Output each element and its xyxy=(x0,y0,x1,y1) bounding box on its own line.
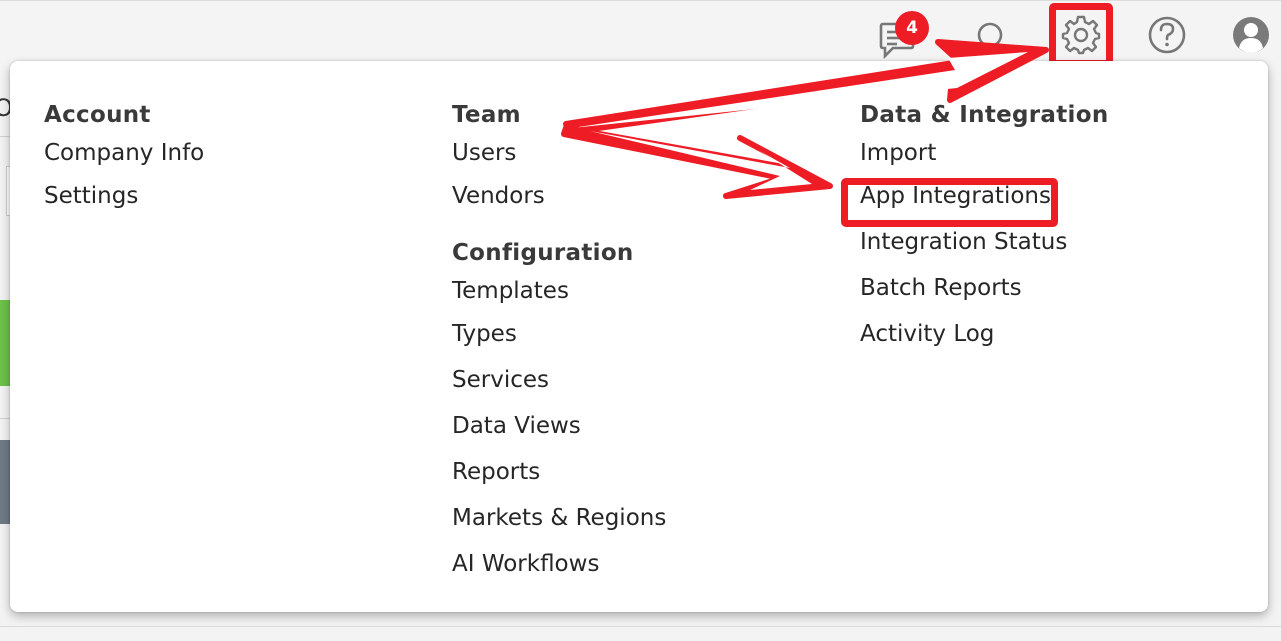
data-integration-section: Data & Integration Import App Integratio… xyxy=(860,97,1109,357)
gear-icon[interactable] xyxy=(1061,15,1101,55)
account-heading: Account xyxy=(44,102,151,128)
team-configuration-section: Team Users Vendors Configuration Templat… xyxy=(452,97,666,587)
menu-item-activity-log[interactable]: Activity Log xyxy=(860,311,1109,357)
user-avatar-icon[interactable] xyxy=(1232,16,1270,54)
team-heading: Team xyxy=(452,102,521,128)
menu-item-company-info[interactable]: Company Info xyxy=(44,133,204,173)
app-integrations-highlight-box xyxy=(841,178,1058,227)
menu-item-markets-regions[interactable]: Markets & Regions xyxy=(452,495,666,541)
help-icon[interactable] xyxy=(1147,15,1187,55)
menu-item-users[interactable]: Users xyxy=(452,133,666,173)
configuration-heading: Configuration xyxy=(452,240,634,266)
background-divider xyxy=(0,626,1281,627)
menu-item-types[interactable]: Types xyxy=(452,311,666,357)
menu-item-templates[interactable]: Templates xyxy=(452,271,666,311)
menu-item-reports[interactable]: Reports xyxy=(452,449,666,495)
account-section: Account Company Info Settings xyxy=(44,97,204,219)
settings-dropdown-menu: Account Company Info Settings Team Users… xyxy=(10,61,1268,612)
menu-item-settings[interactable]: Settings xyxy=(44,173,204,219)
menu-item-vendors[interactable]: Vendors xyxy=(452,173,666,219)
search-icon[interactable] xyxy=(975,20,1007,52)
menu-item-ai-workflows[interactable]: AI Workflows xyxy=(452,541,666,587)
menu-item-batch-reports[interactable]: Batch Reports xyxy=(860,265,1109,311)
notification-badge: 4 xyxy=(895,11,929,45)
menu-item-import[interactable]: Import xyxy=(860,133,1109,173)
data-integration-heading: Data & Integration xyxy=(860,102,1109,128)
menu-item-services[interactable]: Services xyxy=(452,357,666,403)
menu-item-data-views[interactable]: Data Views xyxy=(452,403,666,449)
